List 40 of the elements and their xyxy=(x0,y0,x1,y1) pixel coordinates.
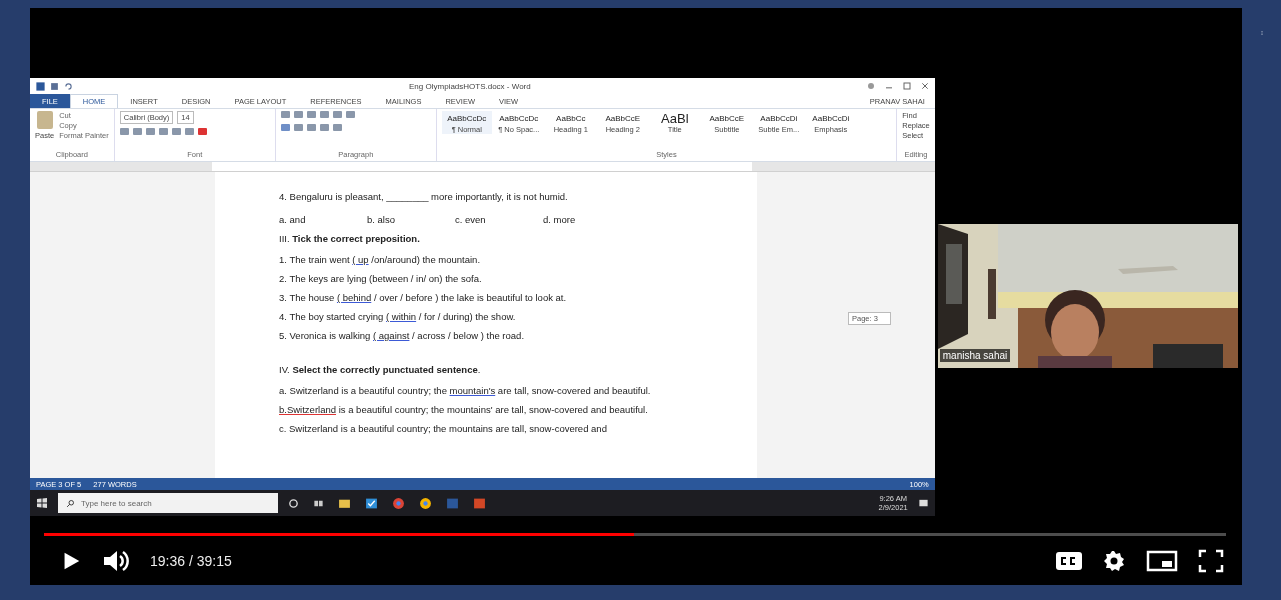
volume-button[interactable] xyxy=(102,549,130,573)
powerpoint-icon[interactable] xyxy=(473,496,486,510)
document-text: 4. The boy started crying ( within / for / during) the show. xyxy=(279,310,517,323)
font-tools-icon[interactable] xyxy=(119,128,207,135)
document-text: 2. The keys are lying (between / in/ on) the sofa. xyxy=(279,272,483,285)
answer-option: d. more xyxy=(543,213,631,225)
captions-button[interactable] xyxy=(1056,552,1082,570)
participant-name: manisha sahai xyxy=(939,349,1011,362)
miniplayer-button[interactable] xyxy=(1146,549,1178,573)
settings-button[interactable] xyxy=(1102,549,1126,573)
alignment-tools-icon[interactable] xyxy=(280,124,342,131)
save-icon[interactable] xyxy=(50,81,59,91)
close-icon[interactable] xyxy=(920,82,929,90)
video-player[interactable] xyxy=(30,8,1242,585)
answer-option: c. even xyxy=(455,213,543,225)
answer-option: a. and xyxy=(279,213,367,225)
time-display: 19:36 / 39:15 xyxy=(150,553,232,569)
document-text: 5. Veronica is walking ( against / across / below ) the road. xyxy=(279,329,526,342)
search-icon xyxy=(66,498,75,508)
document-text: a. Switzerland is a beautiful country; the mountain's are tall, snow-covered and beautiful. xyxy=(279,384,652,397)
windows-icon[interactable] xyxy=(36,497,48,509)
window-title: Eng OlympiadsHOTS.docx - Word xyxy=(408,81,532,91)
document-text: b.Switzerland is a beautiful country; the mountains' are tall, snow-covered and beautiful. xyxy=(279,403,649,416)
answer-option: b. also xyxy=(367,213,455,225)
document-text: 3. The house ( behind / over / before ) the lake is beautiful to look at. xyxy=(279,291,568,304)
notification-icon[interactable] xyxy=(917,497,929,509)
paragraph-tools-icon[interactable] xyxy=(280,111,355,118)
maximize-icon[interactable] xyxy=(902,82,911,90)
section-heading: III. Tick the correct preposition. xyxy=(279,232,420,246)
document-text: 4. Bengaluru is pleasant, ________ more importantly, it is not humid. xyxy=(279,190,569,203)
undo-icon[interactable] xyxy=(64,81,73,91)
check-app-icon[interactable] xyxy=(365,496,378,510)
taskbar-search-field[interactable]: Type here to search xyxy=(58,493,278,513)
word-icon[interactable] xyxy=(36,81,45,91)
document-text: c. Switzerland is a beautiful country; the mountains are tall, snow-covered and xyxy=(279,422,608,435)
document-text: 1. The train went ( up /on/around) the mountain. xyxy=(279,253,482,266)
fullscreen-button[interactable] xyxy=(1198,549,1224,573)
cortana-icon[interactable] xyxy=(288,497,299,509)
section-heading: IV. Select the correctly punctuated sentence. xyxy=(279,363,481,377)
help-icon[interactable] xyxy=(866,82,875,90)
